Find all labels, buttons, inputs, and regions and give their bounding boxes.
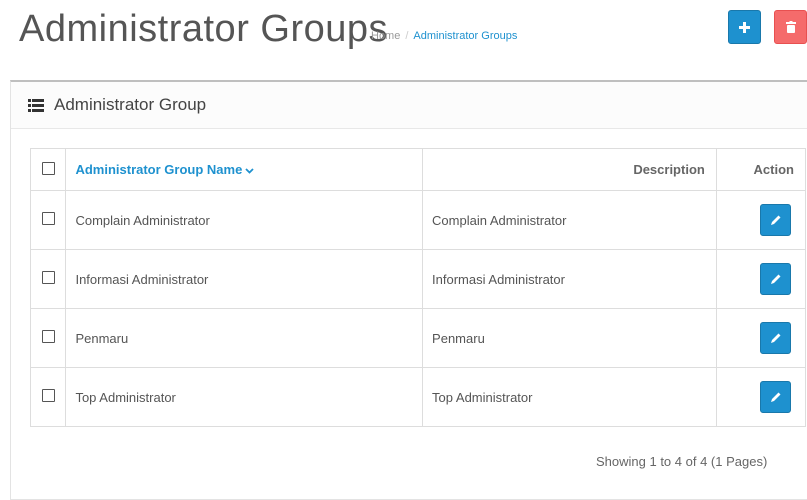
row-checkbox[interactable]	[41, 330, 55, 343]
group-name-cell: Penmaru	[65, 308, 424, 368]
edit-button[interactable]	[760, 263, 792, 295]
plus-icon	[739, 21, 750, 33]
column-header-action: Action	[715, 148, 807, 191]
group-description-cell: Top Administrator	[422, 367, 717, 427]
group-name-cell: Top Administrator	[65, 367, 424, 427]
delete-group-button[interactable]	[774, 10, 807, 44]
group-description-cell: Informasi Administrator	[422, 249, 717, 309]
sort-by-name-link[interactable]: Administrator Group Name	[75, 162, 242, 177]
list-icon	[28, 98, 44, 112]
breadcrumb-current-link[interactable]: Administrator Groups	[413, 30, 517, 42]
add-group-button[interactable]	[728, 10, 761, 44]
table-row: Penmaru Penmaru	[29, 308, 807, 368]
table-row: Top Administrator Top Administrator	[29, 367, 807, 427]
row-checkbox[interactable]	[41, 271, 55, 284]
group-name-cell: Complain Administrator	[65, 190, 424, 250]
pencil-icon	[770, 274, 781, 284]
table-row: Complain Administrator Complain Administ…	[29, 190, 807, 250]
breadcrumb-home-link[interactable]: Home	[371, 30, 400, 42]
table-header-row: Administrator Group Name Description Act…	[29, 148, 807, 191]
panel-heading: Administrator Group	[11, 82, 807, 129]
group-panel: Administrator Group Administrator Group …	[10, 80, 807, 500]
row-checkbox[interactable]	[41, 212, 55, 225]
table-row: Informasi Administrator Informasi Admini…	[29, 249, 807, 309]
pencil-icon	[770, 333, 781, 343]
select-all-cell	[29, 148, 67, 191]
column-header-description[interactable]: Description	[422, 148, 717, 191]
pencil-icon	[770, 215, 781, 225]
row-checkbox[interactable]	[41, 389, 55, 402]
edit-button[interactable]	[760, 204, 792, 236]
pagination-text: Showing 1 to 4 of 4 (1 Pages)	[596, 454, 768, 469]
chevron-down-icon	[245, 168, 254, 174]
column-header-name[interactable]: Administrator Group Name	[65, 148, 424, 191]
edit-button[interactable]	[760, 381, 792, 413]
breadcrumb-separator: /	[405, 30, 409, 42]
breadcrumb: Home / Administrator Groups	[371, 30, 517, 42]
edit-button[interactable]	[760, 322, 792, 354]
pencil-icon	[770, 392, 781, 402]
page-title: Administrator Groups	[19, 8, 389, 50]
panel-title: Administrator Group	[54, 95, 207, 114]
group-description-cell: Complain Administrator	[422, 190, 717, 250]
groups-table: Administrator Group Name Description Act…	[29, 148, 807, 427]
select-all-checkbox[interactable]	[41, 161, 55, 175]
group-name-cell: Informasi Administrator	[65, 249, 424, 309]
group-description-cell: Penmaru	[422, 308, 717, 368]
trash-icon	[785, 21, 796, 33]
